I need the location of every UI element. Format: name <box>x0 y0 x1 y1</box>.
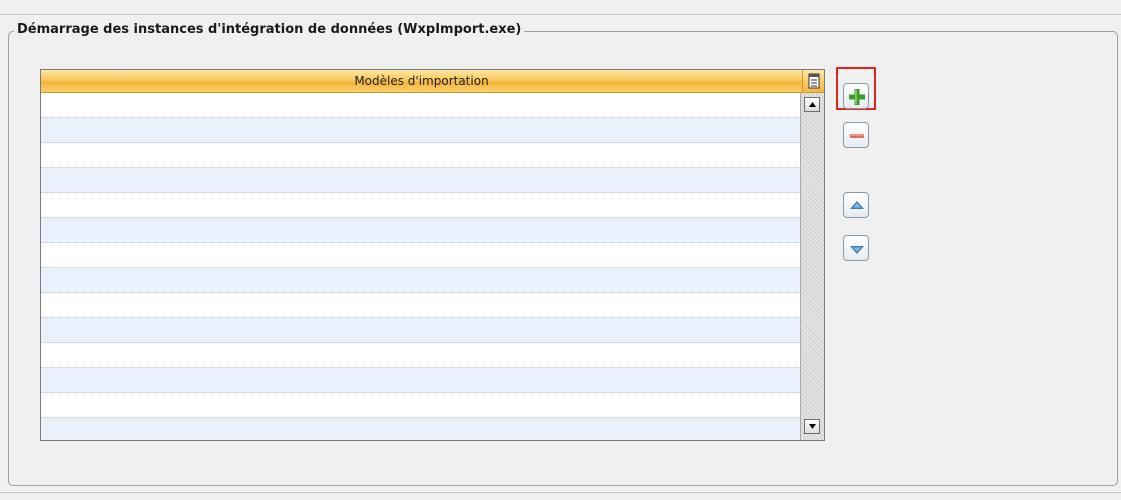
arrow-up-icon <box>850 201 864 209</box>
table-row[interactable] <box>41 343 800 368</box>
remove-template-button[interactable] <box>843 122 869 148</box>
scroll-down-arrow-icon <box>809 424 816 429</box>
table-row[interactable] <box>41 268 800 293</box>
column-header-import-templates[interactable]: Modèles d'importation <box>41 70 802 93</box>
table-row[interactable] <box>41 93 800 118</box>
table-row[interactable] <box>41 418 800 440</box>
add-template-button[interactable] <box>843 83 869 109</box>
table-row[interactable] <box>41 318 800 343</box>
scroll-down-button[interactable] <box>804 419 820 434</box>
scroll-up-button[interactable] <box>804 97 820 112</box>
column-menu-icon[interactable] <box>802 70 824 93</box>
table-row[interactable] <box>41 193 800 218</box>
table-row[interactable] <box>41 118 800 143</box>
table-row[interactable] <box>41 143 800 168</box>
table-row[interactable] <box>41 243 800 268</box>
table-body[interactable] <box>41 93 800 440</box>
move-down-button[interactable] <box>843 235 869 261</box>
table-row[interactable] <box>41 218 800 243</box>
arrow-down-icon <box>850 246 864 254</box>
scroll-up-arrow-icon <box>809 102 816 107</box>
minus-icon <box>850 134 864 138</box>
table-row[interactable] <box>41 168 800 193</box>
top-divider <box>0 14 1121 15</box>
table-row[interactable] <box>41 293 800 318</box>
vertical-scrollbar[interactable] <box>800 93 824 440</box>
plus-icon <box>849 89 865 105</box>
move-up-button[interactable] <box>843 192 869 218</box>
import-templates-table[interactable]: Modèles d'importation <box>40 69 825 441</box>
table-row[interactable] <box>41 368 800 393</box>
groupbox-title: Démarrage des instances d'intégration de… <box>14 21 525 39</box>
bottom-divider <box>0 492 1121 493</box>
table-row[interactable] <box>41 393 800 418</box>
